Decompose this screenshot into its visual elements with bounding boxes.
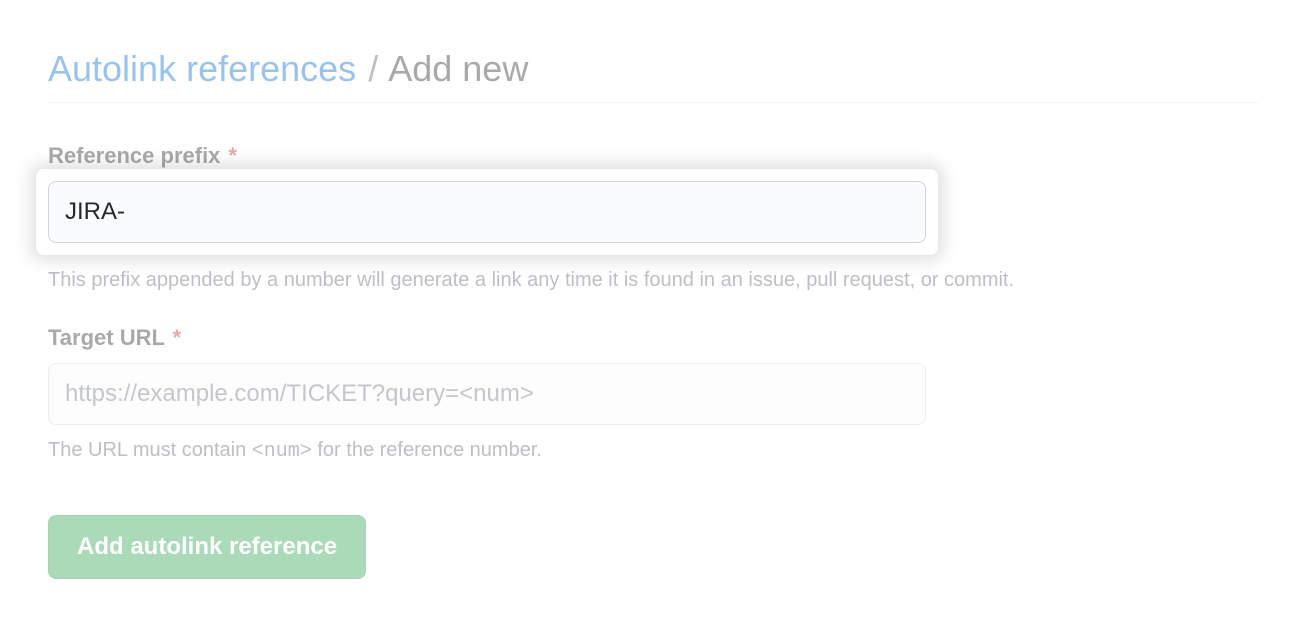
target-url-help: The URL must contain <num> for the refer… [48, 435, 1258, 467]
reference-prefix-help: This prefix appended by a number will ge… [48, 265, 1258, 295]
reference-prefix-label: Reference prefix * [48, 143, 1258, 169]
breadcrumb-separator: / [368, 48, 378, 89]
reference-prefix-input[interactable] [48, 181, 926, 243]
required-star-icon: * [173, 325, 182, 350]
add-autolink-reference-button[interactable]: Add autolink reference [48, 515, 366, 579]
reference-prefix-group: Reference prefix * This prefix appended … [48, 143, 1258, 295]
breadcrumb-current: Add new [388, 48, 528, 89]
target-url-help-prefix: The URL must contain [48, 439, 252, 461]
breadcrumb: Autolink references / Add new [48, 48, 1258, 90]
reference-prefix-highlight [36, 169, 938, 255]
required-star-icon: * [229, 143, 238, 168]
target-url-help-code: <num> [252, 440, 312, 463]
target-url-help-suffix: for the reference number. [312, 439, 542, 461]
target-url-input[interactable] [48, 363, 926, 425]
target-url-label: Target URL * [48, 325, 1258, 351]
breadcrumb-parent-link[interactable]: Autolink references [48, 48, 356, 89]
target-url-group: Target URL * The URL must contain <num> … [48, 325, 1258, 467]
target-url-label-text: Target URL [48, 325, 165, 350]
divider [48, 102, 1258, 103]
reference-prefix-label-text: Reference prefix [48, 143, 220, 168]
